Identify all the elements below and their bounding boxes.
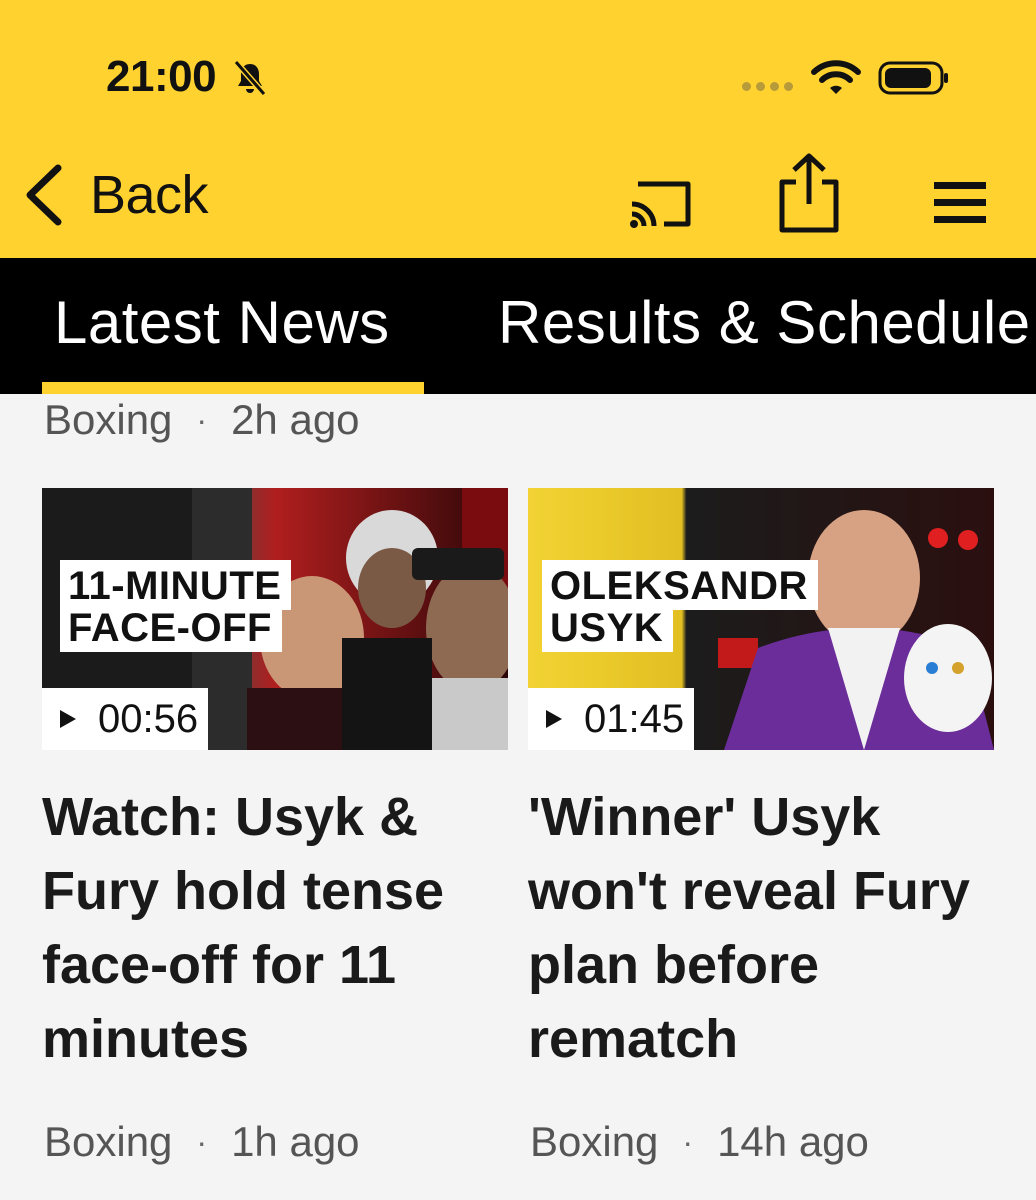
signal-icon (742, 82, 793, 91)
article-meta: Boxing · 1h ago (44, 1118, 360, 1166)
chevron-left-icon (26, 164, 62, 226)
category-label: Boxing (44, 1118, 173, 1165)
video-duration: 01:45 (584, 696, 685, 741)
article-headline[interactable]: 'Winner' Usyk won't reveal Fury plan bef… (528, 780, 994, 1076)
section-tabs: Latest News Results & Schedule (0, 258, 1036, 394)
article-card[interactable]: 11-MINUTE FACE-OFF 00:56 Watch: Usyk & F… (42, 488, 508, 1076)
article-card[interactable]: OLEKSANDR USYK 01:45 'Winner' Usyk won't… (528, 488, 994, 1076)
category-label: Boxing (44, 396, 173, 443)
app-header: 21:00 Back (0, 0, 1036, 258)
video-thumbnail[interactable]: 11-MINUTE FACE-OFF 00:56 (42, 488, 508, 750)
article-meta: Boxing · 14h ago (530, 1118, 869, 1166)
tab-results-schedule[interactable]: Results & Schedule (498, 288, 1031, 357)
tab-latest-news[interactable]: Latest News (54, 288, 390, 357)
separator-dot: · (196, 401, 208, 438)
bell-muted-icon (233, 60, 267, 96)
thumbnail-caption-line: USYK (542, 602, 674, 652)
separator-dot: · (682, 1123, 694, 1160)
active-tab-indicator (42, 382, 424, 394)
video-duration: 00:56 (98, 696, 199, 741)
category-label: Boxing (530, 1118, 659, 1165)
play-icon (60, 710, 76, 728)
menu-icon[interactable] (932, 178, 988, 228)
battery-icon (878, 61, 948, 95)
video-duration-badge: 01:45 (528, 688, 695, 750)
video-duration-badge: 00:56 (42, 688, 209, 750)
timestamp: 1h ago (231, 1118, 360, 1165)
video-thumbnail[interactable]: OLEKSANDR USYK 01:45 (528, 488, 994, 750)
cast-icon[interactable] (628, 178, 694, 230)
separator-dot: · (196, 1123, 208, 1160)
previous-item-meta: Boxing · 2h ago (44, 396, 360, 444)
article-headline[interactable]: Watch: Usyk & Fury hold tense face-off f… (42, 780, 508, 1076)
share-icon[interactable] (774, 150, 844, 236)
status-time: 21:00 (106, 52, 217, 101)
play-icon (546, 710, 562, 728)
timestamp: 2h ago (231, 396, 360, 443)
wifi-icon (811, 60, 861, 94)
thumbnail-caption-line: FACE-OFF (60, 602, 282, 652)
back-label: Back (90, 165, 209, 225)
back-button[interactable]: Back (20, 160, 209, 230)
timestamp: 14h ago (717, 1118, 869, 1165)
